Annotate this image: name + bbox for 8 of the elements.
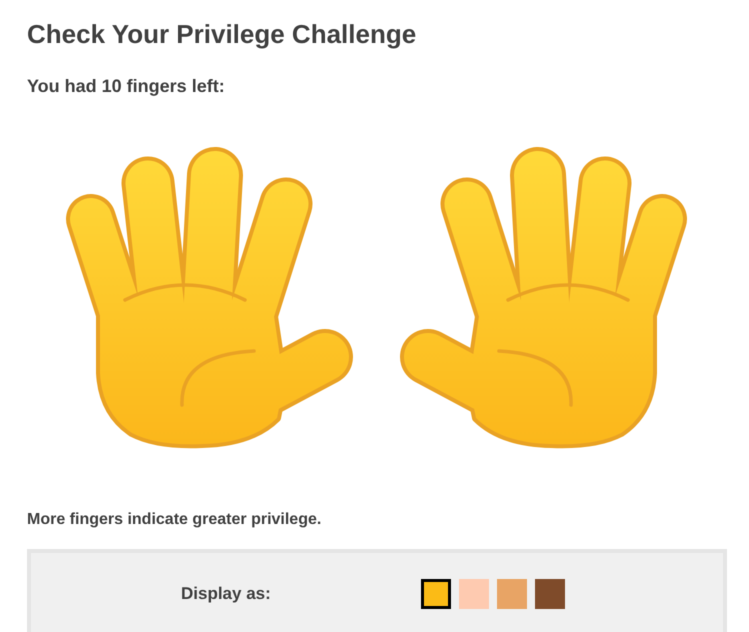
skin-tone-swatch-icon[interactable] <box>458 579 489 609</box>
skin-tone-swatch-icon[interactable] <box>534 579 565 609</box>
display-as-label: Display as: <box>181 583 271 605</box>
finger-count-heading: You had 10 fingers left: <box>27 75 225 98</box>
skin-tone-swatch-icon[interactable] <box>496 579 527 609</box>
explanation-text: More fingers indicate greater privilege. <box>27 510 322 530</box>
skin-tone-swatch-icon[interactable] <box>420 579 451 609</box>
page-title: Check Your Privilege Challenge <box>27 18 416 50</box>
